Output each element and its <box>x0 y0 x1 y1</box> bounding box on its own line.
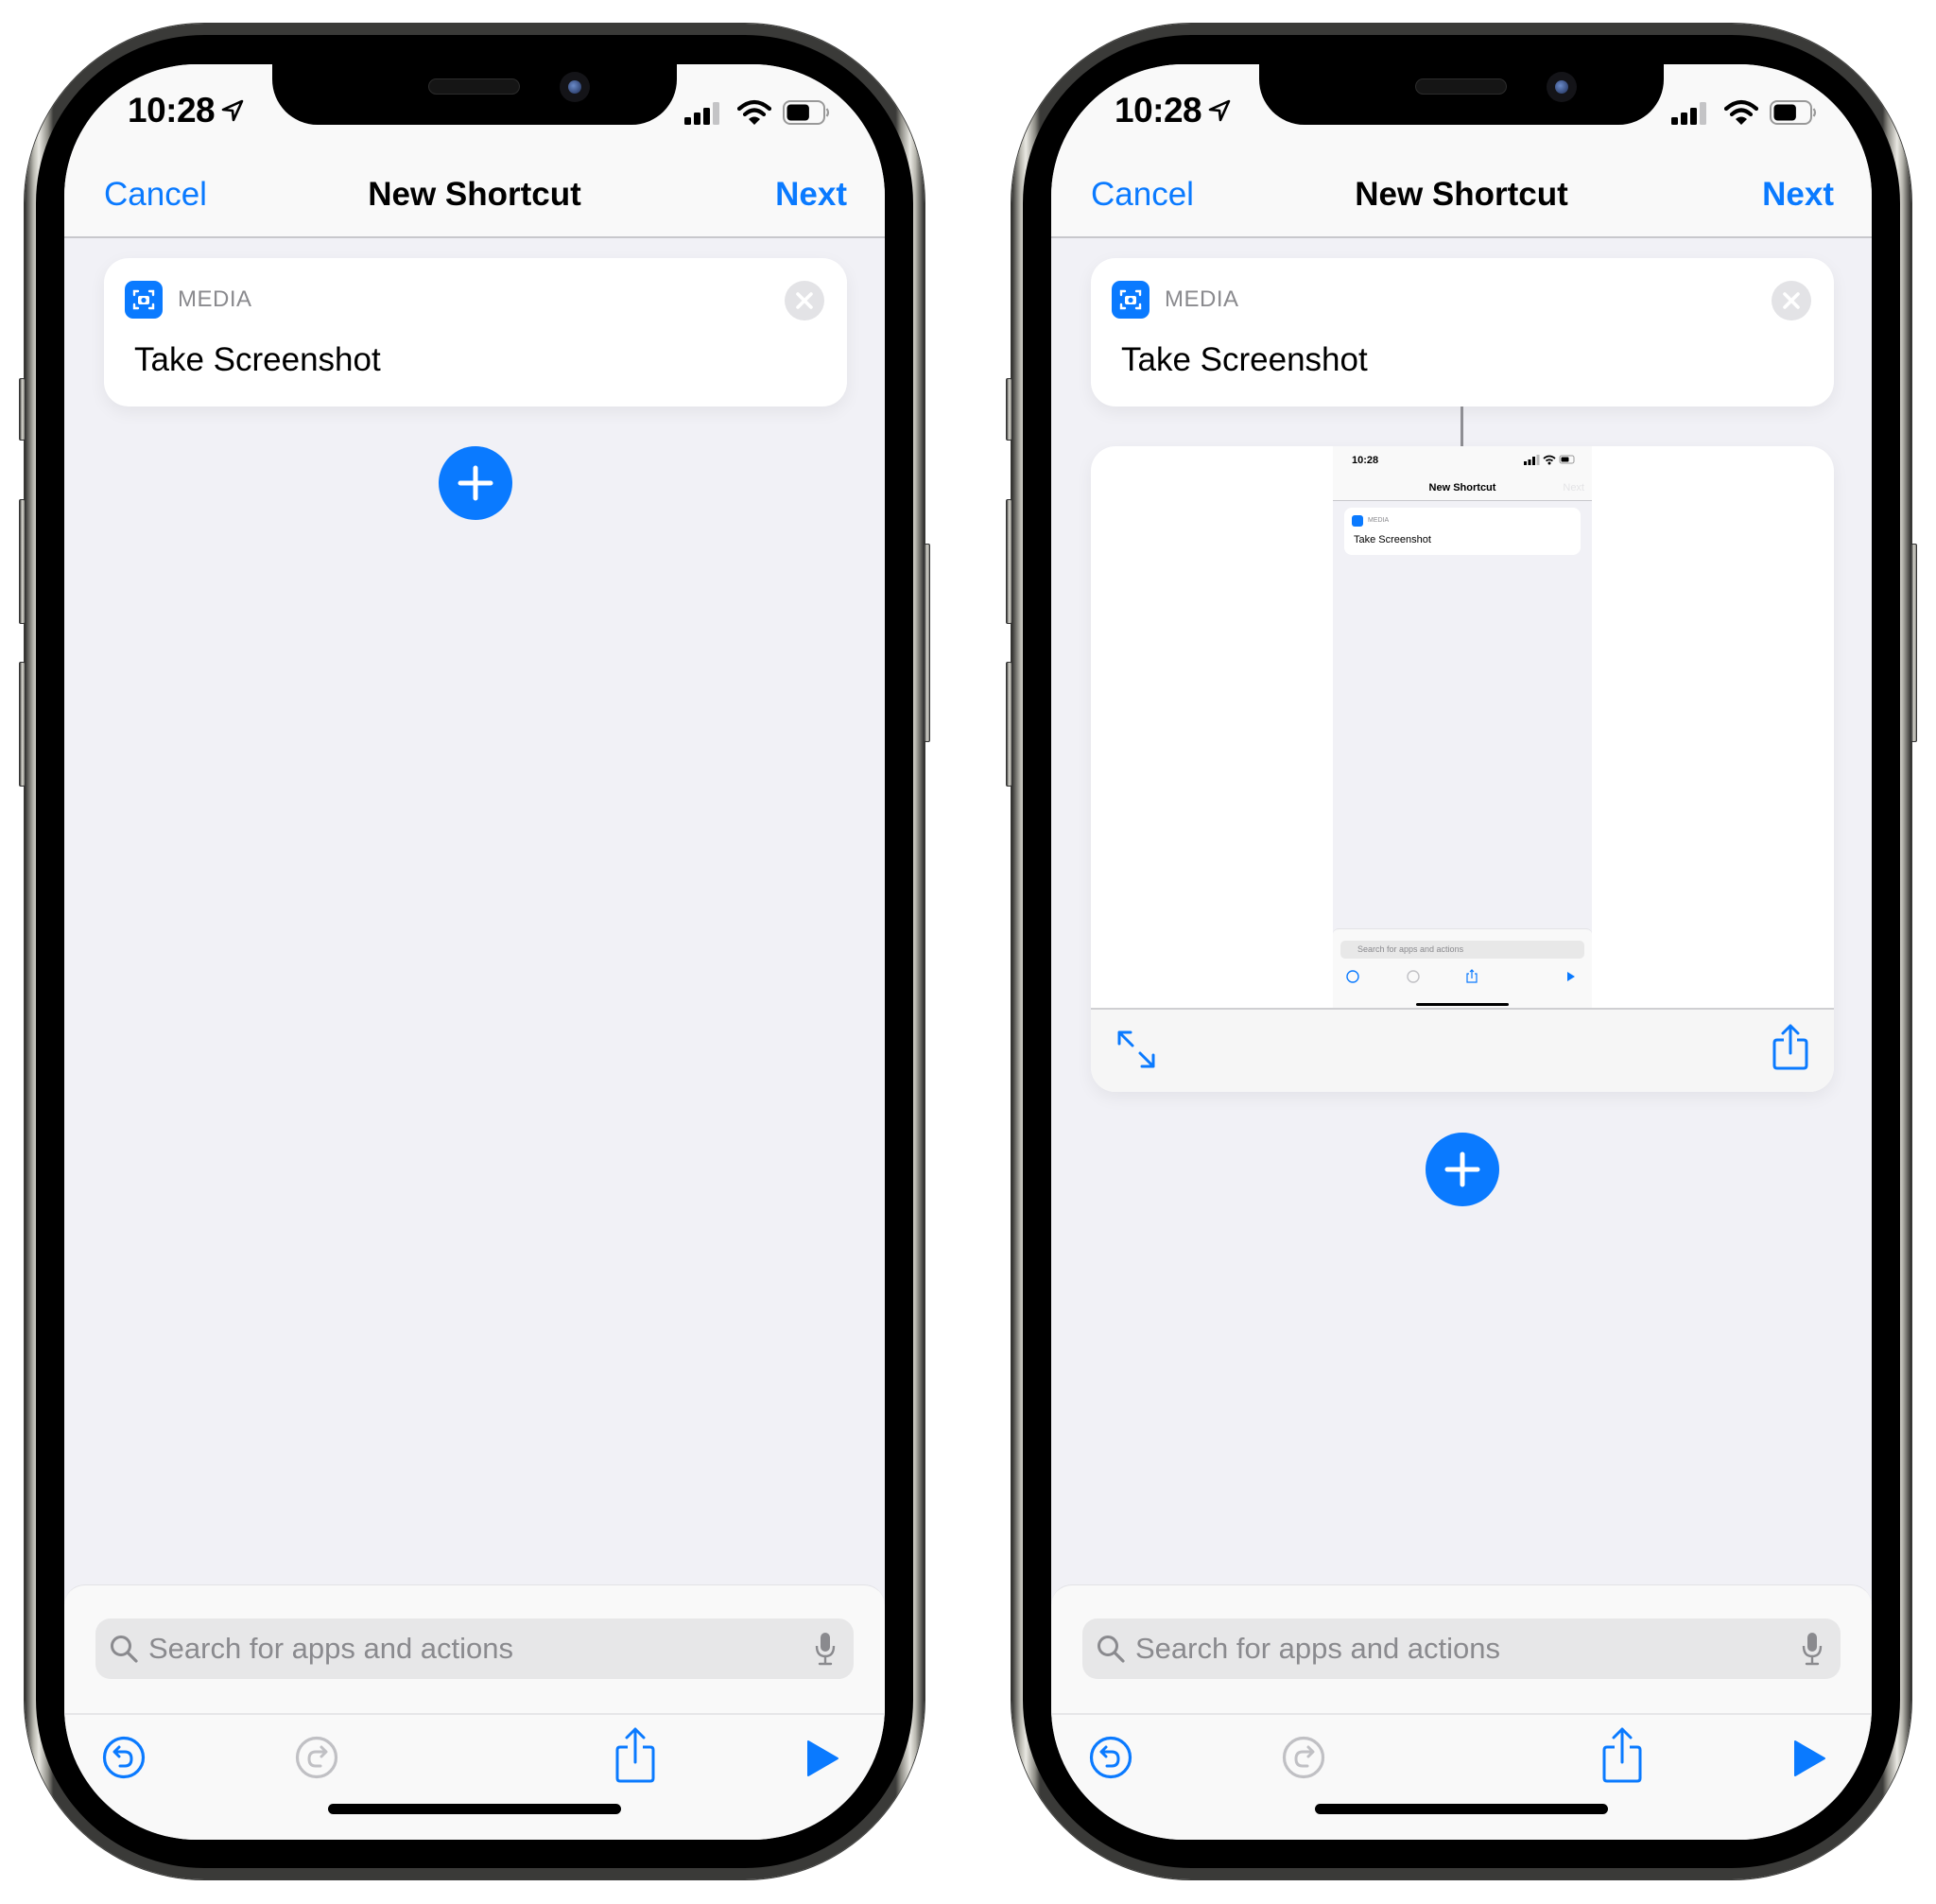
notch <box>1259 64 1664 125</box>
volume-down-button <box>19 662 26 787</box>
phone-right: 10:28 Cancel New Shortcut Next MEDIA Tak… <box>1006 24 1917 1879</box>
power-button <box>924 544 930 742</box>
redo-icon[interactable] <box>1282 1736 1325 1779</box>
silent-switch <box>19 378 26 441</box>
home-indicator[interactable] <box>328 1804 621 1814</box>
location-arrow-icon <box>221 99 244 122</box>
thumbnail-status-icons <box>1524 455 1575 465</box>
silent-switch <box>1006 378 1012 441</box>
screenshot-preview-card: 10:28 New Shortcut Next MEDIA Take Scree… <box>1091 446 1834 1092</box>
thumbnail-action-card: MEDIA Take Screenshot <box>1344 508 1581 555</box>
remove-action-button[interactable] <box>1772 281 1811 320</box>
search-field[interactable] <box>95 1618 854 1679</box>
plus-icon <box>458 465 493 501</box>
action-title: Take Screenshot <box>1121 341 1368 378</box>
expand-arrows-icon[interactable] <box>1115 1029 1157 1070</box>
undo-icon[interactable] <box>102 1736 146 1779</box>
close-icon <box>796 292 813 309</box>
undo-icon[interactable] <box>1089 1736 1132 1779</box>
thumbnail-action-title: Take Screenshot <box>1354 534 1431 545</box>
editor-toolbar <box>64 1713 885 1840</box>
add-action-button[interactable] <box>1426 1133 1499 1206</box>
thumbnail-category: MEDIA <box>1368 517 1390 524</box>
battery-icon <box>783 100 830 125</box>
play-icon[interactable] <box>1792 1740 1826 1777</box>
bottom-panel <box>1051 1584 1872 1840</box>
remove-action-button[interactable] <box>785 281 824 320</box>
search-icon <box>111 1636 138 1663</box>
status-time: 10:28 <box>128 91 216 130</box>
action-title: Take Screenshot <box>134 341 381 378</box>
add-action-button[interactable] <box>439 446 512 520</box>
wifi-icon <box>737 99 771 125</box>
plus-icon <box>1444 1151 1480 1187</box>
front-camera <box>1547 72 1577 102</box>
power-button <box>1910 544 1917 742</box>
thumbnail-next-label: Next <box>1563 482 1584 493</box>
thumbnail-navigation-bar: 10:28 New Shortcut Next <box>1333 446 1592 501</box>
home-indicator[interactable] <box>1315 1804 1608 1814</box>
share-icon[interactable] <box>1772 1023 1809 1070</box>
play-icon[interactable] <box>805 1740 839 1777</box>
thumbnail-screenshot-icon <box>1352 515 1363 527</box>
next-button[interactable]: Next <box>775 176 847 214</box>
action-category: MEDIA <box>1165 286 1239 312</box>
search-icon <box>1098 1636 1125 1663</box>
bottom-panel <box>64 1584 885 1840</box>
earpiece-speaker <box>428 78 520 95</box>
earpiece-speaker <box>1415 78 1507 95</box>
close-icon <box>1783 292 1800 309</box>
action-card[interactable]: MEDIA Take Screenshot <box>104 258 847 407</box>
screen: 10:28 Cancel New Shortcut Next MEDIA Tak… <box>64 64 885 1840</box>
volume-down-button <box>1006 662 1012 787</box>
status-time: 10:28 <box>1115 91 1202 130</box>
cellular-signal-icon <box>684 102 719 125</box>
volume-up-button <box>1006 499 1012 624</box>
thumbnail-search-field: Search for apps and actions <box>1340 941 1584 959</box>
wifi-icon <box>1724 99 1758 125</box>
next-button[interactable]: Next <box>1762 176 1834 214</box>
microphone-icon[interactable] <box>814 1632 837 1666</box>
screenshot-thumbnail[interactable]: 10:28 New Shortcut Next MEDIA Take Scree… <box>1333 446 1592 1008</box>
search-input[interactable] <box>1135 1618 1759 1679</box>
battery-icon <box>1770 100 1817 125</box>
location-arrow-icon <box>1208 99 1231 122</box>
redo-icon[interactable] <box>295 1736 338 1779</box>
volume-up-button <box>19 499 26 624</box>
screenshot-icon <box>1112 281 1150 319</box>
preview-footer <box>1091 1008 1834 1092</box>
screenshot-icon <box>125 281 163 319</box>
flow-connector <box>1461 407 1463 446</box>
page-title: New Shortcut <box>368 176 581 213</box>
navigation-bar: 10:28 Cancel New Shortcut Next <box>1051 64 1872 238</box>
search-input[interactable] <box>148 1618 772 1679</box>
navigation-bar: 10:28 Cancel New Shortcut Next <box>64 64 885 238</box>
phone-left: 10:28 Cancel New Shortcut Next MEDIA Tak… <box>19 24 930 1879</box>
cellular-signal-icon <box>1671 102 1706 125</box>
thumbnail-bottom-panel: Search for apps and actions <box>1333 928 1592 1008</box>
search-field[interactable] <box>1082 1618 1841 1679</box>
share-icon[interactable] <box>614 1726 656 1783</box>
thumbnail-toolbar-icons <box>1346 969 1575 983</box>
thumbnail-title: New Shortcut <box>1428 482 1496 493</box>
page-title: New Shortcut <box>1355 176 1568 213</box>
screen: 10:28 Cancel New Shortcut Next MEDIA Tak… <box>1051 64 1872 1840</box>
thumbnail-home-indicator <box>1416 1003 1509 1006</box>
action-category: MEDIA <box>178 286 252 312</box>
microphone-icon[interactable] <box>1801 1632 1824 1666</box>
thumbnail-time: 10:28 <box>1352 455 1379 466</box>
front-camera <box>560 72 590 102</box>
notch <box>272 64 677 125</box>
editor-toolbar <box>1051 1713 1872 1840</box>
share-icon[interactable] <box>1601 1726 1643 1783</box>
action-card[interactable]: MEDIA Take Screenshot <box>1091 258 1834 407</box>
